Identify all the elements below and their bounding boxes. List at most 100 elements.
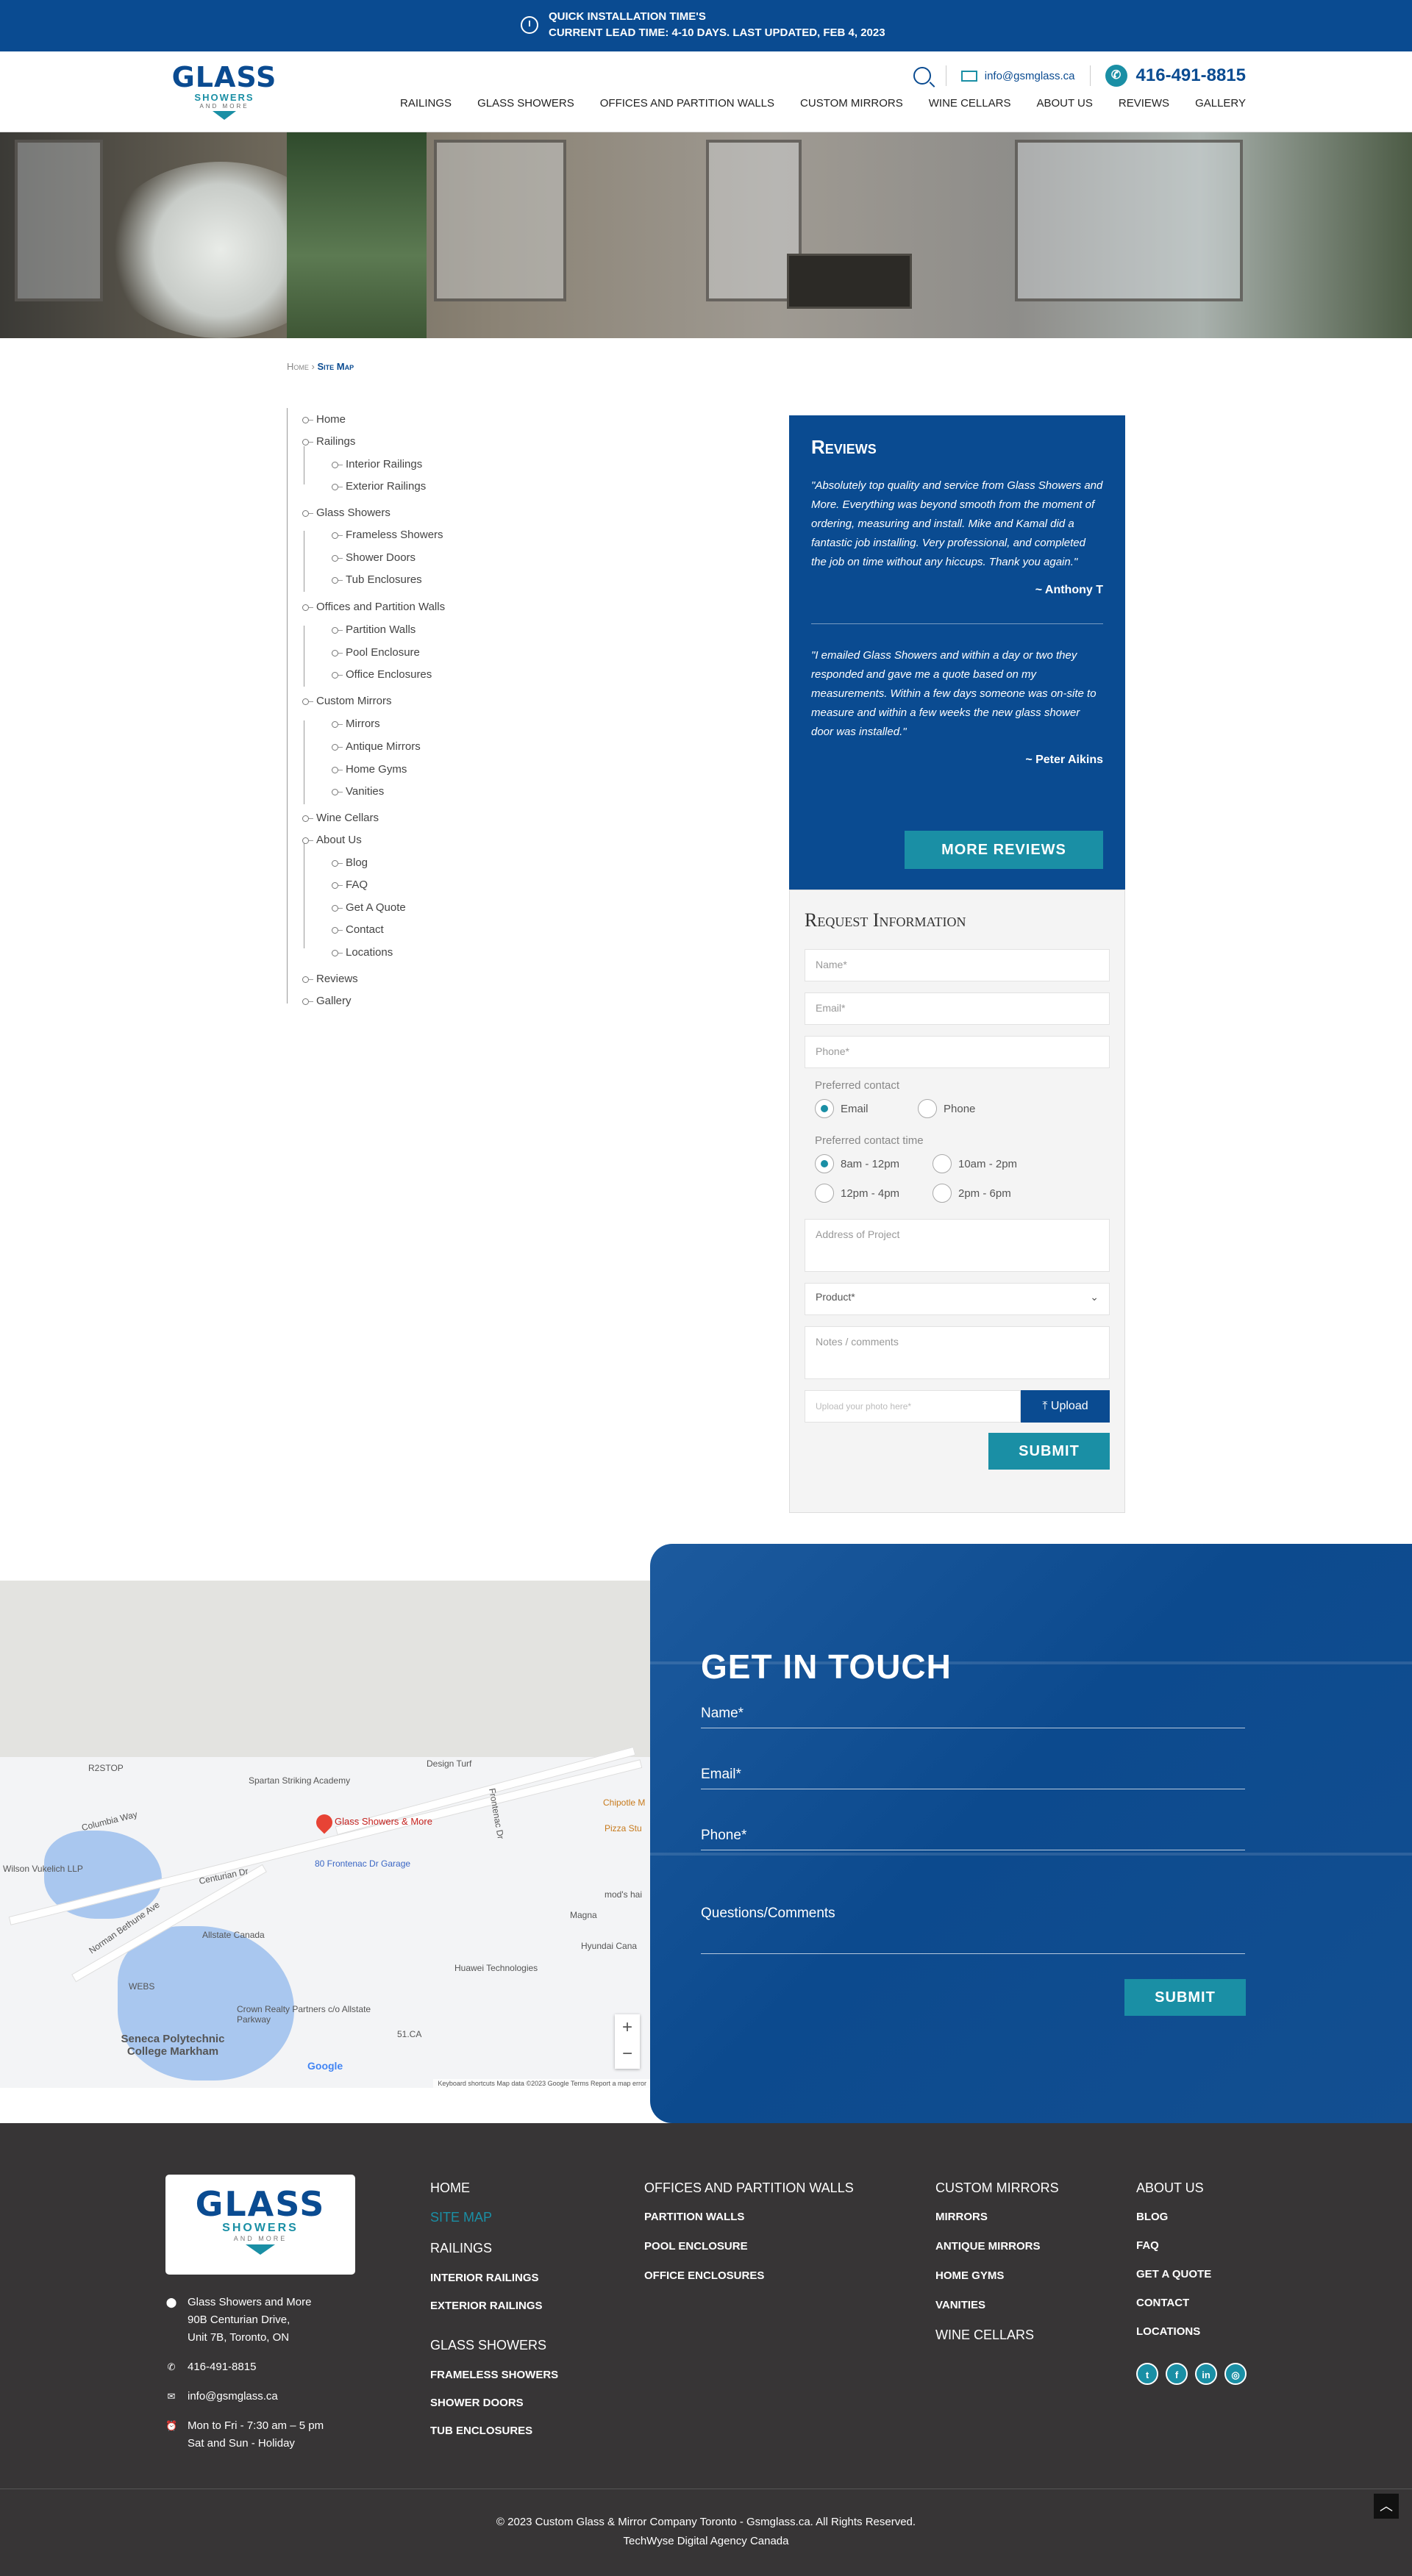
footer-email[interactable]: ✉ info@gsmglass.ca xyxy=(165,2388,278,2405)
nav-offices-partition-walls[interactable]: OFFICES AND PARTITION WALLS xyxy=(600,97,774,110)
nav-railings[interactable]: RAILINGS xyxy=(400,97,452,110)
footer-link-home[interactable]: HOME xyxy=(430,2173,558,2203)
footer-link-glass-showers[interactable]: GLASS SHOWERS xyxy=(430,2329,558,2361)
time-8am-12pm-radio[interactable]: 8am - 12pm xyxy=(815,1154,914,1173)
zoom-in-button[interactable]: + xyxy=(615,2014,640,2041)
footer-link-partition-walls[interactable]: PARTITION WALLS xyxy=(644,2203,854,2232)
time-2pm-6pm-radio[interactable]: 2pm - 6pm xyxy=(933,1184,1032,1203)
nav-glass-showers[interactable]: GLASS SHOWERS xyxy=(477,97,574,110)
sitemap-link-about-us[interactable]: About Us xyxy=(302,834,362,846)
sitemap-link-tub-enclosures[interactable]: Tub Enclosures xyxy=(332,573,422,586)
footer-link-blog[interactable]: BLOG xyxy=(1136,2203,1211,2231)
touch-name-input[interactable]: Name* xyxy=(701,1706,1245,1728)
sitemap-link-gallery[interactable]: Gallery xyxy=(302,995,352,1007)
footer-link-custom-mirrors[interactable]: CUSTOM MIRRORS xyxy=(935,2173,1059,2203)
search-icon[interactable] xyxy=(913,67,931,85)
sitemap-link-antique-mirrors[interactable]: Antique Mirrors xyxy=(332,740,421,753)
sitemap-link-faq[interactable]: FAQ xyxy=(332,879,368,891)
header-phone-link[interactable]: ✆ 416-491-8815 xyxy=(1105,65,1246,87)
sitemap-link-railings[interactable]: Railings xyxy=(302,435,355,448)
nav-about-us[interactable]: ABOUT US xyxy=(1036,97,1092,110)
instagram-icon[interactable]: ◎ xyxy=(1224,2363,1247,2385)
contact-email-radio[interactable]: Email xyxy=(815,1099,899,1118)
sitemap-link-get-a-quote[interactable]: Get A Quote xyxy=(332,901,406,914)
footer-link-mirrors[interactable]: MIRRORS xyxy=(935,2203,1059,2232)
footer-link-contact[interactable]: CONTACT xyxy=(1136,2289,1211,2317)
nav-custom-mirrors[interactable]: CUSTOM MIRRORS xyxy=(800,97,903,110)
breadcrumb-home[interactable]: Home xyxy=(287,361,309,372)
sitemap-link-home[interactable]: Home xyxy=(302,413,346,426)
linkedin-icon[interactable]: in xyxy=(1195,2363,1217,2385)
site-header: GLASS SHOWERS AND MORE info@gsmglass.ca … xyxy=(0,51,1412,132)
sitemap-link-contact[interactable]: Contact xyxy=(332,923,384,936)
location-pin-icon: ⬤ xyxy=(165,2297,177,2308)
footer-link-locations[interactable]: LOCATIONS xyxy=(1136,2317,1211,2346)
footer-link-office-enclosures[interactable]: OFFICE ENCLOSURES xyxy=(644,2261,854,2291)
time-12pm-4pm-radio[interactable]: 12pm - 4pm xyxy=(815,1184,914,1203)
footer-link-vanities[interactable]: VANITIES xyxy=(935,2291,1059,2320)
footer-link-railings[interactable]: RAILINGS xyxy=(430,2232,558,2264)
nav-reviews[interactable]: REVIEWS xyxy=(1119,97,1169,110)
map-zoom-controls: + − xyxy=(615,2014,640,2069)
touch-phone-input[interactable]: Phone* xyxy=(701,1828,1245,1850)
footer-link-tub-enclosures[interactable]: TUB ENCLOSURES xyxy=(430,2417,558,2445)
nav-wine-cellars[interactable]: WINE CELLARS xyxy=(929,97,1011,110)
sitemap-link-mirrors[interactable]: Mirrors xyxy=(332,718,380,730)
phone-input[interactable]: Phone* xyxy=(805,1036,1110,1068)
twitter-icon[interactable]: t xyxy=(1136,2363,1158,2385)
touch-email-input[interactable]: Email* xyxy=(701,1767,1245,1789)
sitemap-link-interior-railings[interactable]: Interior Railings xyxy=(332,458,422,471)
request-submit-button[interactable]: SUBMIT xyxy=(988,1433,1110,1470)
touch-questions-textarea[interactable]: Questions/Comments xyxy=(701,1906,1245,1954)
sitemap-link-wine-cellars[interactable]: Wine Cellars xyxy=(302,812,379,824)
sitemap-link-glass-showers[interactable]: Glass Showers xyxy=(302,507,391,519)
footer-link-antique-mirrors[interactable]: ANTIQUE MIRRORS xyxy=(935,2232,1059,2261)
sitemap-link-exterior-railings[interactable]: Exterior Railings xyxy=(332,480,426,493)
footer-logo[interactable]: GLASS SHOWERS AND MORE xyxy=(165,2175,355,2275)
product-select[interactable]: Product* ⌄ xyxy=(805,1283,1110,1315)
notes-textarea[interactable]: Notes / comments xyxy=(805,1326,1110,1379)
footer-link-interior-railings[interactable]: INTERIOR RAILINGS xyxy=(430,2264,558,2292)
sitemap-link-blog[interactable]: Blog xyxy=(332,856,368,869)
footer-link-pool-enclosure[interactable]: POOL ENCLOSURE xyxy=(644,2232,854,2261)
sitemap-link-office-enclosures[interactable]: Office Enclosures xyxy=(332,668,432,681)
sitemap-link-frameless-showers[interactable]: Frameless Showers xyxy=(332,529,443,541)
location-map[interactable]: R2STOP Spartan Striking Academy Design T… xyxy=(0,1581,651,2088)
zoom-out-button[interactable]: − xyxy=(615,2041,640,2067)
address-input[interactable]: Address of Project xyxy=(805,1219,1110,1272)
header-email-link[interactable]: info@gsmglass.ca xyxy=(960,70,1075,82)
footer-phone[interactable]: ✆ 416-491-8815 xyxy=(165,2358,257,2376)
facebook-icon[interactable]: f xyxy=(1166,2363,1188,2385)
upload-path-field[interactable]: Upload your photo here* xyxy=(805,1390,1021,1423)
more-reviews-button[interactable]: MORE REVIEWS xyxy=(905,831,1103,869)
sitemap-link-pool-enclosure[interactable]: Pool Enclosure xyxy=(332,646,420,659)
footer-link-shower-doors[interactable]: SHOWER DOORS xyxy=(430,2389,558,2417)
footer-link-about-us[interactable]: ABOUT US xyxy=(1136,2173,1211,2203)
email-input[interactable]: Email* xyxy=(805,992,1110,1025)
sitemap-link-vanities[interactable]: Vanities xyxy=(332,785,384,798)
sitemap-link-locations[interactable]: Locations xyxy=(332,946,393,959)
footer-link-get-a-quote[interactable]: GET A QUOTE xyxy=(1136,2260,1211,2289)
sitemap-link-custom-mirrors[interactable]: Custom Mirrors xyxy=(302,695,392,707)
site-logo[interactable]: GLASS SHOWERS AND MORE xyxy=(165,62,283,120)
sitemap-link-home-gyms[interactable]: Home Gyms xyxy=(332,763,407,776)
contact-phone-radio[interactable]: Phone xyxy=(918,1099,1002,1118)
footer-link-sitemap[interactable]: SITE MAP xyxy=(430,2203,558,2232)
sitemap-link-reviews[interactable]: Reviews xyxy=(302,973,358,985)
footer-link-home-gyms[interactable]: HOME GYMS xyxy=(935,2261,1059,2291)
sitemap-link-partition-walls[interactable]: Partition Walls xyxy=(332,623,416,636)
footer-link-frameless-showers[interactable]: FRAMELESS SHOWERS xyxy=(430,2361,558,2389)
upload-button[interactable]: ⤒ Upload xyxy=(1021,1390,1110,1423)
footer-link-offices-partition-walls[interactable]: OFFICES AND PARTITION WALLS xyxy=(644,2173,854,2203)
sitemap-link-shower-doors[interactable]: Shower Doors xyxy=(332,551,416,564)
name-input[interactable]: Name* xyxy=(805,949,1110,981)
sitemap-link-offices-partition-walls[interactable]: Offices and Partition Walls xyxy=(302,601,445,613)
nav-gallery[interactable]: GALLERY xyxy=(1195,97,1246,110)
footer-link-wine-cellars[interactable]: WINE CELLARS xyxy=(935,2320,1059,2350)
agency-link[interactable]: TechWyse Digital Agency Canada xyxy=(0,2532,1412,2551)
time-10am-2pm-radio[interactable]: 10am - 2pm xyxy=(933,1154,1032,1173)
footer-link-faq[interactable]: FAQ xyxy=(1136,2231,1211,2260)
footer-link-exterior-railings[interactable]: EXTERIOR RAILINGS xyxy=(430,2292,558,2320)
touch-submit-button[interactable]: SUBMIT xyxy=(1124,1979,1246,2016)
back-to-top-button[interactable]: ︿ xyxy=(1374,2494,1399,2519)
